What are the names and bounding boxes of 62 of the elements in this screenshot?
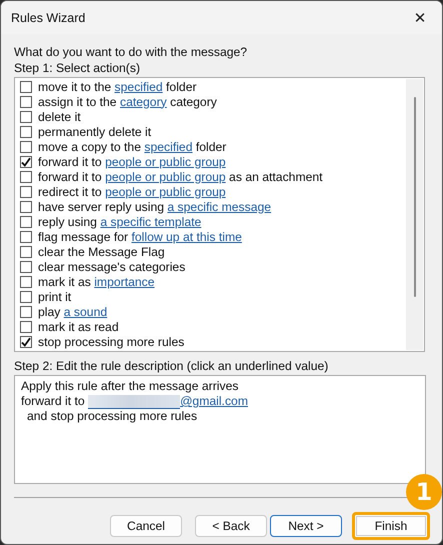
action-link[interactable]: category: [120, 94, 167, 108]
description-text: and stop processing more rules: [26, 409, 198, 424]
action-text: reply using a specific template: [38, 214, 202, 228]
action-link[interactable]: people or public group: [105, 154, 226, 168]
email-link[interactable]: @gmail.com: [180, 394, 248, 409]
checkbox[interactable]: [20, 96, 32, 108]
action-text: clear message's categories: [38, 260, 186, 274]
step-label: Step 2: Edit the rule description (click an underlined value): [14, 358, 330, 374]
action-link[interactable]: specified: [114, 80, 163, 94]
action-text: redirect it to people or public group: [38, 184, 226, 198]
action-link[interactable]: a sound: [64, 304, 108, 318]
action-text: play a sound: [38, 304, 108, 318]
checkbox[interactable]: [20, 200, 32, 212]
action-text: print it: [38, 290, 72, 304]
action-text: mark it as read: [38, 320, 119, 334]
checkbox[interactable]: [20, 126, 32, 138]
checkbox[interactable]: [20, 306, 32, 318]
dialog-button[interactable]: < Back: [195, 515, 267, 537]
checkbox[interactable]: [20, 216, 32, 228]
action-text: permanently delete it: [38, 124, 152, 138]
action-text: forward it to people or public group: [38, 154, 226, 168]
checkbox[interactable]: [20, 170, 32, 182]
checkbox[interactable]: [20, 246, 32, 258]
description-text: Apply this rule after the message arrives: [21, 379, 238, 394]
checkbox[interactable]: [20, 156, 32, 168]
checkbox[interactable]: [20, 186, 32, 198]
action-text: have server reply using a specific message: [38, 200, 272, 214]
action-text: mark it as importance: [38, 274, 155, 288]
dialog-button[interactable]: Finish: [352, 512, 430, 540]
action-text: move it to the specified folder: [38, 80, 197, 94]
checkbox[interactable]: [20, 260, 32, 272]
checkbox[interactable]: [20, 320, 32, 332]
checkbox[interactable]: [20, 230, 32, 242]
action-link[interactable]: people or public group: [105, 184, 226, 198]
action-link[interactable]: importance: [94, 274, 155, 288]
checkbox[interactable]: [20, 140, 32, 152]
description-text: forward it to: [21, 394, 86, 409]
dialog-button[interactable]: Cancel: [110, 515, 182, 537]
checkbox[interactable]: [20, 276, 32, 288]
dialog-button[interactable]: Next >: [270, 515, 342, 537]
action-text: move a copy to the specified folder: [38, 140, 226, 154]
action-text: forward it to people or public group as an attachment: [38, 170, 323, 184]
window-title: Rules Wizard: [11, 10, 86, 24]
step-label: Step 1: Select action(s): [14, 60, 141, 76]
scrollbar[interactable]: [406, 79, 423, 350]
question-label: What do you want to do with the message?: [14, 44, 248, 60]
action-link[interactable]: follow up at this time: [131, 230, 242, 244]
action-text: clear the Message Flag: [38, 244, 165, 258]
action-text: assign it to the category category: [38, 94, 217, 108]
action-link[interactable]: a specific message: [167, 200, 272, 214]
action-text: stop processing more rules: [38, 334, 184, 348]
action-link[interactable]: people or public group: [105, 170, 226, 184]
action-link[interactable]: specified: [144, 140, 192, 154]
checkbox[interactable]: [20, 80, 32, 92]
action-text: flag message for follow up at this time: [38, 230, 242, 244]
action-text: delete it: [38, 110, 81, 124]
close-button[interactable]: ✕: [398, 1, 442, 34]
checkbox[interactable]: [20, 290, 32, 302]
checkbox[interactable]: [20, 110, 32, 122]
step-badge: 1: [406, 474, 442, 510]
checkbox[interactable]: [20, 336, 32, 348]
action-link[interactable]: a specific template: [100, 214, 202, 228]
